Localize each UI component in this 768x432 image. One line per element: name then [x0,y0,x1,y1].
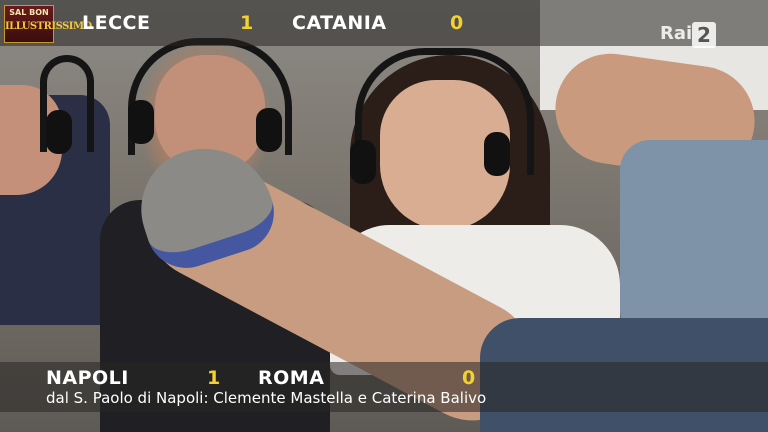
broadcaster-name: Rai [660,23,693,44]
bottom-home-team: NAPOLI [46,367,129,389]
channel-logo: SAL BON ILLUSTRISSIMO [4,5,92,43]
top-away-score: 0 [450,12,464,34]
broadcaster-number: 2 [692,22,716,48]
bottom-home-score: 1 [207,367,221,389]
channel-logo-main-text: ILLUSTRISSIMO [5,21,92,32]
earcup-icon [350,140,376,184]
caption-text: dal S. Paolo di Napoli: Clemente Mastell… [46,389,487,407]
bottom-away-score: 0 [462,367,476,389]
earcup-icon [256,108,282,152]
video-frame: SAL BON ILLUSTRISSIMO LECCE 1 CATANIA 0 … [0,0,768,432]
top-away-team: CATANIA [292,12,387,34]
earcup-icon [128,100,154,144]
earcup-icon [484,132,510,176]
top-home-score: 1 [240,12,254,34]
top-home-team: LECCE [82,12,151,34]
background-spectator-jeans [620,140,768,340]
earcup-icon [46,110,72,154]
bottom-away-team: ROMA [258,367,325,389]
channel-logo-top-text: SAL BON [9,8,49,17]
